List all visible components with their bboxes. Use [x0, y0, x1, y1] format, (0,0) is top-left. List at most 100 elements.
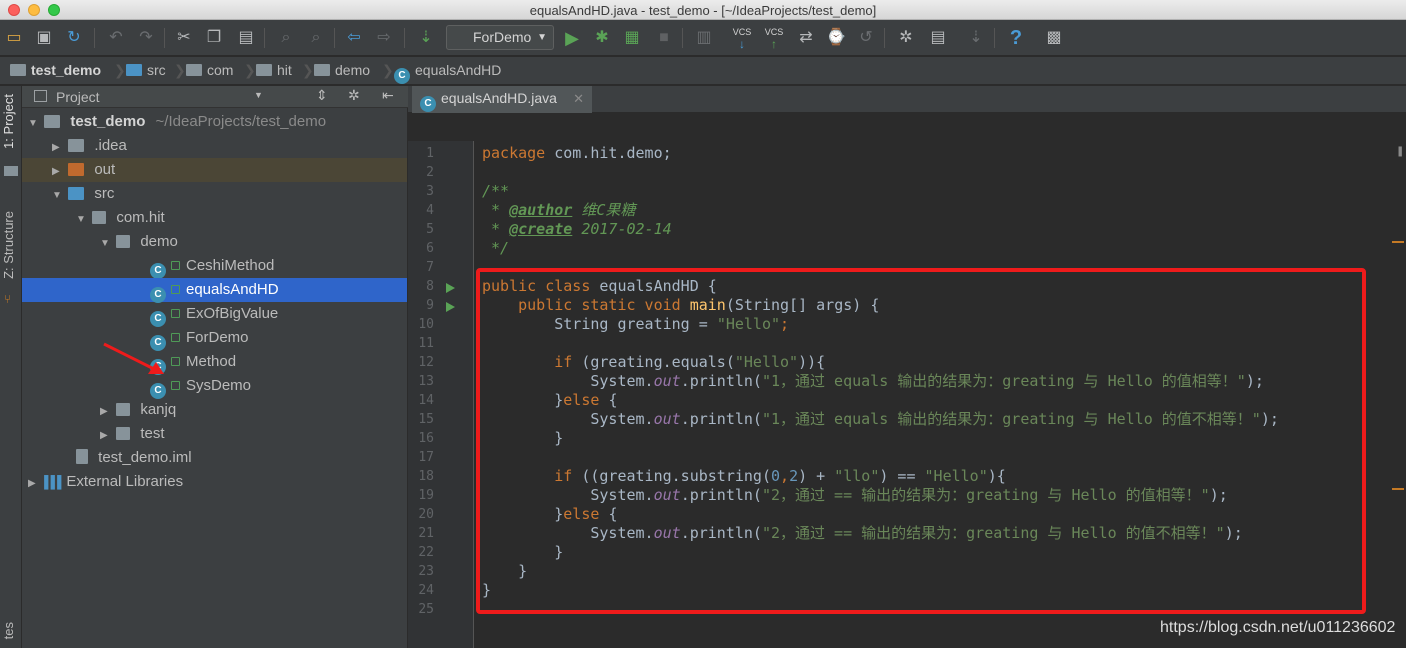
collapsed-arrow-icon[interactable]: ▶	[52, 136, 64, 160]
project-view-icon	[34, 90, 47, 102]
save-icon[interactable]: ▣	[32, 26, 56, 50]
stop-icon[interactable]: ■	[652, 26, 676, 50]
tree-node-kanjq[interactable]: ▶ kanjq	[22, 398, 407, 422]
breadcrumb-item-hit[interactable]: hit	[256, 62, 292, 78]
warning-stripe-marker[interactable]	[1392, 241, 1404, 243]
close-tab-icon[interactable]: ✕	[573, 86, 584, 111]
breadcrumb-item-com[interactable]: com	[186, 62, 233, 78]
code-line-8[interactable]: public class equalsAndHD {	[482, 277, 717, 296]
vcs-commit-icon[interactable]: VCS ↑	[762, 26, 786, 50]
back-icon[interactable]: ⇦	[342, 26, 366, 50]
code-line-20[interactable]: }else {	[482, 505, 617, 524]
warning-stripe-marker[interactable]	[1392, 488, 1404, 490]
class-icon: C	[394, 68, 410, 84]
tree-node-out[interactable]: ▶ out	[22, 158, 407, 182]
tab-favorites[interactable]: tes	[1, 622, 16, 639]
tree-node-idea[interactable]: ▶ .idea	[22, 134, 407, 158]
vcs-revert-icon[interactable]: ↺	[854, 26, 878, 50]
tree-node-demo[interactable]: ▼ demo	[22, 230, 407, 254]
vcs-update-icon[interactable]: VCS ↓	[730, 26, 754, 50]
tree-node-test[interactable]: ▶ test	[22, 422, 407, 446]
vcs-history-icon[interactable]: ⌚	[824, 26, 848, 50]
paste-icon[interactable]: ▤	[234, 26, 258, 50]
tree-node-src[interactable]: ▼ src	[22, 182, 407, 206]
breadcrumb-item-demo[interactable]: demo	[314, 62, 370, 78]
inspection-status-icon[interactable]: ❚❚	[1396, 146, 1406, 157]
collapse-all-icon[interactable]: ⇕	[316, 87, 328, 104]
coverage-icon[interactable]: ▦	[620, 26, 644, 50]
expand-arrow-icon[interactable]: ▼	[76, 208, 88, 232]
tab-structure[interactable]: Z: Structure	[1, 211, 16, 279]
tree-node-equalsandhd[interactable]: CequalsAndHD	[22, 278, 407, 303]
tree-node-fordemo[interactable]: C ForDemo	[22, 326, 407, 351]
code-line-18[interactable]: if ((greating.substring(0,2) + "llo") ==…	[482, 467, 1006, 486]
code-line-9[interactable]: public static void main(String[] args) {	[482, 296, 879, 315]
collapsed-arrow-icon[interactable]: ▶	[100, 424, 112, 448]
sync-icon[interactable]: ↻	[62, 26, 86, 50]
expand-arrow-icon[interactable]: ▼	[28, 112, 40, 136]
project-structure-icon[interactable]: ▤	[926, 26, 950, 50]
tree-node-iml-file[interactable]: test_demo.iml	[22, 446, 407, 470]
line-number-gutter: 1 2 3 4 5 6 7 8 9 10 11 12 13 14 15 16 1…	[408, 141, 474, 648]
collapsed-arrow-icon[interactable]: ▶	[100, 400, 112, 424]
replace-icon[interactable]: ⌕	[304, 26, 328, 50]
tab-equalsandhd-java[interactable]: CequalsAndHD.java ✕	[412, 86, 592, 113]
redo-icon[interactable]: ↷	[134, 26, 158, 50]
run-icon[interactable]: ▶	[560, 26, 584, 50]
code-line-21[interactable]: System.out.println("2，通过 == 输出的结果为：great…	[482, 524, 1242, 543]
code-line-23[interactable]: }	[482, 562, 527, 581]
code-line-14[interactable]: }else {	[482, 391, 617, 410]
help-icon[interactable]: ?	[1004, 26, 1028, 50]
breadcrumb-item-src[interactable]: src	[126, 62, 166, 78]
collapsed-arrow-icon[interactable]: ▶	[28, 472, 40, 496]
tree-node-exofbigvalue[interactable]: C ExOfBigValue	[22, 302, 407, 327]
code-line-3[interactable]: /**	[482, 182, 509, 201]
code-line-1[interactable]: package com.hit.demo;	[482, 144, 672, 163]
tree-node-sysdemo[interactable]: C SysDemo	[22, 374, 407, 399]
code-line-15[interactable]: System.out.println("1，通过 equals 输出的结果为：g…	[482, 410, 1279, 429]
cut-icon[interactable]: ✂	[172, 26, 196, 50]
code-line-4[interactable]: * @author 维C果糖	[482, 201, 635, 220]
tree-node-test-demo[interactable]: ▼ test_demo ~/IdeaProjects/test_demo	[22, 110, 407, 134]
breadcrumb-item-project[interactable]: test_demo	[10, 62, 101, 78]
sdk-download-icon[interactable]: ⇣	[964, 26, 988, 50]
code-line-13[interactable]: System.out.println("1，通过 equals 输出的结果为：g…	[482, 372, 1264, 391]
expand-arrow-icon[interactable]: ▼	[52, 184, 64, 208]
project-tab-icon	[4, 166, 18, 176]
code-line-22[interactable]: }	[482, 543, 563, 562]
expand-arrow-icon[interactable]: ▼	[100, 232, 112, 256]
tree-node-ceshimethod[interactable]: C CeshiMethod	[22, 254, 407, 279]
forward-icon[interactable]: ⇨	[372, 26, 396, 50]
tree-node-com-hit[interactable]: ▼ com.hit	[22, 206, 407, 230]
attach-icon[interactable]: ▥	[692, 26, 716, 50]
run-configuration-select[interactable]: ForDemo ▼	[446, 25, 554, 50]
tree-node-method[interactable]: CMethod	[22, 350, 407, 375]
code-line-12[interactable]: if (greating.equals("Hello")){	[482, 353, 825, 372]
structure-tab-icon: ⑂	[4, 292, 12, 306]
collapsed-arrow-icon[interactable]: ▶	[52, 160, 64, 184]
plugin-icon[interactable]: ▩	[1042, 26, 1066, 50]
code-line-24[interactable]: }	[482, 581, 491, 600]
gear-icon[interactable]: ✲	[348, 87, 360, 104]
find-icon[interactable]: ⌕	[274, 26, 298, 50]
debug-icon[interactable]: ✱	[590, 26, 614, 50]
tree-node-external-libraries[interactable]: ▶ ▌▌▌ External Libraries	[22, 470, 407, 494]
code-line-16[interactable]: }	[482, 429, 563, 448]
code-line-10[interactable]: String greating = "Hello";	[482, 315, 789, 334]
build-icon[interactable]: ⇣	[414, 26, 438, 50]
project-view-label[interactable]: Project	[56, 89, 100, 105]
code-line-5[interactable]: * @create 2017-02-14	[482, 220, 672, 239]
code-line-19[interactable]: System.out.println("2，通过 == 输出的结果为：great…	[482, 486, 1227, 505]
run-class-icon[interactable]	[446, 283, 455, 293]
run-main-icon[interactable]	[446, 302, 455, 312]
vcs-compare-icon[interactable]: ⇄	[794, 26, 818, 50]
view-dropdown-icon[interactable]: ▼	[254, 90, 263, 100]
breadcrumb-item-class[interactable]: CequalsAndHD	[394, 62, 501, 84]
code-line-6[interactable]: */	[482, 239, 509, 258]
hide-panel-icon[interactable]: ⇤	[382, 87, 394, 104]
undo-icon[interactable]: ↶	[104, 26, 128, 50]
open-folder-icon[interactable]: ▭	[2, 26, 26, 50]
tab-project[interactable]: 1: Project	[1, 94, 16, 149]
copy-icon[interactable]: ❐	[202, 26, 226, 50]
settings-icon[interactable]: ✲	[894, 26, 918, 50]
